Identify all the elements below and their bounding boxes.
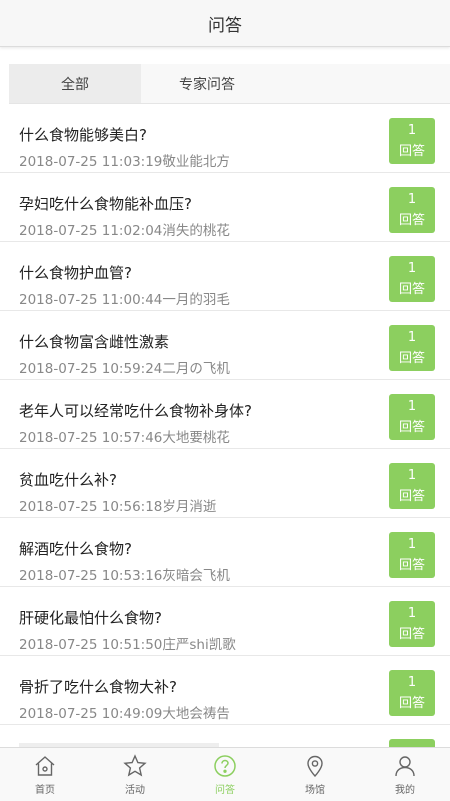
star-icon bbox=[123, 754, 147, 777]
answer-label: 回答 bbox=[398, 420, 425, 435]
answer-count: 1 bbox=[407, 468, 417, 483]
filter-tabs: 全部 专家问答 bbox=[9, 64, 450, 104]
tabbar-mine[interactable]: 我的 bbox=[360, 748, 450, 801]
tabbar-label: 首页 bbox=[35, 785, 55, 796]
answer-label: 回答 bbox=[398, 489, 425, 504]
answer-count: 1 bbox=[407, 537, 417, 552]
answer-button[interactable]: 1 回答 bbox=[389, 118, 435, 164]
list-item[interactable]: 什么食物富含雌性激素 2018-07-25 10:59:24二月の飞机 1 回答 bbox=[0, 311, 450, 380]
question-icon bbox=[214, 755, 236, 777]
answer-label: 回答 bbox=[398, 213, 425, 228]
question-meta: 2018-07-25 10:57:46大地要桃花 bbox=[19, 430, 230, 446]
tab-expert-qa[interactable]: 专家问答 bbox=[141, 64, 273, 103]
answer-label: 回答 bbox=[398, 144, 425, 159]
tabbar-label: 问答 bbox=[215, 785, 235, 796]
question-title[interactable]: 什么食物能够美白? bbox=[19, 124, 147, 145]
answer-label: 回答 bbox=[398, 282, 425, 297]
question-title[interactable]: 贫血吃什么补? bbox=[19, 469, 117, 490]
question-title[interactable]: 解酒吃什么食物? bbox=[19, 538, 132, 559]
answer-count: 1 bbox=[407, 261, 417, 276]
answer-label: 回答 bbox=[398, 696, 425, 711]
page-title: 问答 bbox=[208, 15, 242, 36]
answer-count: 1 bbox=[407, 675, 417, 690]
answer-button[interactable]: 1 回答 bbox=[389, 394, 435, 440]
question-title[interactable]: 老年人可以经常吃什么食物补身体? bbox=[19, 400, 252, 421]
answer-label: 回答 bbox=[398, 558, 425, 573]
question-title[interactable]: 什么食物护血管? bbox=[19, 262, 132, 283]
answer-count: 1 bbox=[407, 399, 417, 414]
question-meta: 2018-07-25 10:53:16灰暗会飞机 bbox=[19, 568, 230, 584]
tabbar-label: 我的 bbox=[395, 785, 415, 796]
answer-label: 回答 bbox=[398, 351, 425, 366]
question-title[interactable]: 骨折了吃什么食物大补? bbox=[19, 676, 177, 697]
question-title[interactable]: 什么食物富含雌性激素 bbox=[19, 331, 169, 352]
question-list: 什么食物能够美白? 2018-07-25 11:03:19敬业能北方 1 回答 … bbox=[0, 104, 450, 725]
tabbar-qa[interactable]: 问答 bbox=[180, 748, 270, 801]
list-item[interactable]: 贫血吃什么补? 2018-07-25 10:56:18岁月消逝 1 回答 bbox=[0, 449, 450, 518]
answer-count: 1 bbox=[407, 192, 417, 207]
list-item[interactable]: 解酒吃什么食物? 2018-07-25 10:53:16灰暗会飞机 1 回答 bbox=[0, 518, 450, 587]
answer-button[interactable]: 1 回答 bbox=[389, 532, 435, 578]
question-meta: 2018-07-25 10:59:24二月の飞机 bbox=[19, 361, 230, 377]
list-item[interactable]: 什么食物能够美白? 2018-07-25 11:03:19敬业能北方 1 回答 bbox=[0, 104, 450, 173]
question-meta: 2018-07-25 10:56:18岁月消逝 bbox=[19, 499, 217, 515]
question-meta: 2018-07-25 11:02:04消失的桃花 bbox=[19, 223, 230, 239]
home-icon bbox=[35, 756, 55, 776]
question-meta: 2018-07-25 11:00:44一月的羽毛 bbox=[19, 292, 230, 308]
answer-label: 回答 bbox=[398, 627, 425, 642]
user-icon bbox=[395, 756, 415, 777]
tabbar-venue[interactable]: 场馆 bbox=[270, 748, 360, 801]
answer-button[interactable]: 1 回答 bbox=[389, 325, 435, 371]
list-item[interactable]: 肝硬化最怕什么食物? 2018-07-25 10:51:50庄严shi凯歌 1 … bbox=[0, 587, 450, 656]
bottom-tab-bar: 首页 活动 问答 场馆 我的 bbox=[0, 747, 450, 801]
question-meta: 2018-07-25 10:49:09大地会祷告 bbox=[19, 706, 230, 722]
list-item[interactable]: 孕妇吃什么食物能补血压? 2018-07-25 11:02:04消失的桃花 1 … bbox=[0, 173, 450, 242]
tab-all[interactable]: 全部 bbox=[9, 64, 141, 103]
tabbar-label: 场馆 bbox=[305, 785, 325, 796]
tabbar-home[interactable]: 首页 bbox=[0, 748, 90, 801]
tabbar-activity[interactable]: 活动 bbox=[90, 748, 180, 801]
answer-button[interactable]: 1 回答 bbox=[389, 187, 435, 233]
question-meta: 2018-07-25 11:03:19敬业能北方 bbox=[19, 154, 230, 170]
answer-count: 1 bbox=[407, 123, 417, 138]
tabbar-label: 活动 bbox=[125, 785, 145, 796]
question-title[interactable]: 肝硬化最怕什么食物? bbox=[19, 607, 162, 628]
answer-count: 1 bbox=[407, 330, 417, 345]
answer-button[interactable] bbox=[389, 739, 435, 747]
location-icon bbox=[307, 755, 323, 778]
answer-button[interactable]: 1 回答 bbox=[389, 256, 435, 302]
list-item-partial[interactable] bbox=[0, 727, 450, 747]
answer-button[interactable]: 1 回答 bbox=[389, 670, 435, 716]
page-header: 问答 bbox=[0, 0, 450, 47]
question-title[interactable]: 孕妇吃什么食物能补血压? bbox=[19, 193, 192, 214]
answer-button[interactable]: 1 回答 bbox=[389, 601, 435, 647]
list-item[interactable]: 骨折了吃什么食物大补? 2018-07-25 10:49:09大地会祷告 1 回… bbox=[0, 656, 450, 725]
question-meta: 2018-07-25 10:51:50庄严shi凯歌 bbox=[19, 637, 236, 653]
answer-button[interactable]: 1 回答 bbox=[389, 463, 435, 509]
answer-count: 1 bbox=[407, 606, 417, 621]
list-item[interactable]: 什么食物护血管? 2018-07-25 11:00:44一月的羽毛 1 回答 bbox=[0, 242, 450, 311]
list-item[interactable]: 老年人可以经常吃什么食物补身体? 2018-07-25 10:57:46大地要桃… bbox=[0, 380, 450, 449]
